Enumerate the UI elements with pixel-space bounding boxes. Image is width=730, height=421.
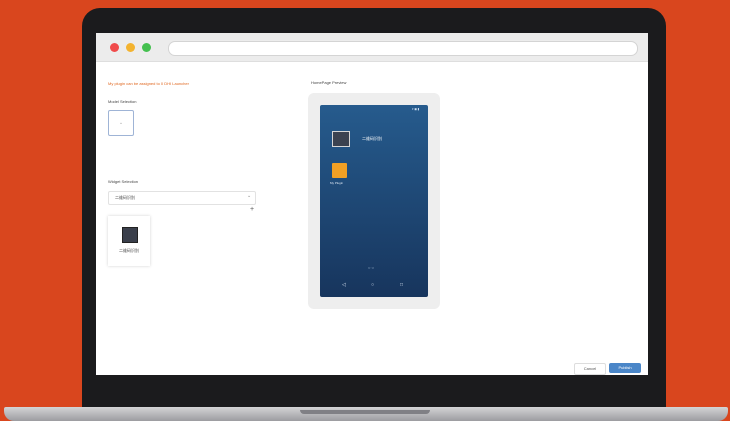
model-selection-label: Model Selection <box>108 99 137 104</box>
close-window-button[interactable] <box>110 43 119 52</box>
homepage-preview-label: HomePage Preview <box>311 80 347 85</box>
address-bar[interactable] <box>168 41 638 56</box>
widget-select[interactable]: 二维码识别 ⌄ <box>108 191 256 205</box>
maximize-window-button[interactable] <box>142 43 151 52</box>
phone-preview-frame: ▾ ◼ ▮ 二维码识别 My Plugin ○ ○ ◁ ○ □ <box>308 93 440 309</box>
widget-card-caption: 二维码识别 <box>119 248 139 253</box>
plugin-notice: My plugin can be assigned to 0 DHI Launc… <box>108 81 189 86</box>
model-select-button[interactable]: + <box>108 110 134 136</box>
laptop-notch <box>300 410 430 414</box>
app-icon[interactable] <box>332 163 347 178</box>
home-icon[interactable]: ○ <box>371 282 374 288</box>
qr-widget-icon <box>122 227 138 243</box>
phone-screen: ▾ ◼ ▮ 二维码识别 My Plugin ○ ○ ◁ ○ □ <box>320 105 428 297</box>
back-icon[interactable]: ◁ <box>342 282 346 288</box>
widget-card[interactable]: 二维码识别 <box>108 216 150 266</box>
widget-selection-label: Widget Selection <box>108 179 139 184</box>
qr-widget-icon[interactable] <box>332 131 350 147</box>
chevron-down-icon: ⌄ <box>247 193 252 199</box>
cancel-button[interactable]: Cancel <box>574 363 606 375</box>
app-caption: My Plugin <box>330 181 344 185</box>
browser-window: My plugin can be assigned to 0 DHI Launc… <box>96 33 648 375</box>
status-bar-icons: ▾ ◼ ▮ <box>412 107 420 111</box>
minimize-window-button[interactable] <box>126 43 135 52</box>
browser-toolbar <box>96 33 648 62</box>
widget-select-value: 二维码识别 <box>115 195 135 200</box>
publish-button[interactable]: Publish <box>609 363 641 373</box>
phone-widget-title: 二维码识别 <box>362 136 382 141</box>
recent-apps-icon[interactable]: □ <box>400 282 403 288</box>
plus-icon: + <box>120 121 122 125</box>
add-widget-button[interactable]: + <box>250 206 254 213</box>
page-indicator: ○ ○ <box>368 265 374 270</box>
